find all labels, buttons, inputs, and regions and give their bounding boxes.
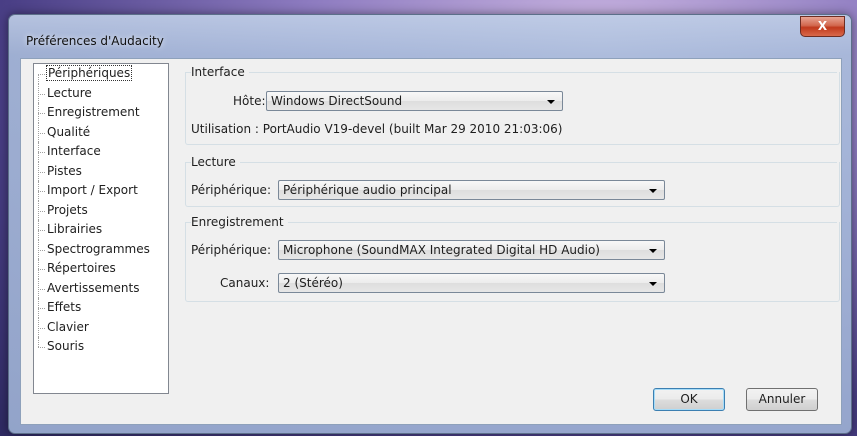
tree-item-label: Librairies [47,222,103,236]
tree-item-clavier[interactable]: Clavier [34,317,168,338]
dialog-client-area: Périphériques Lecture Enregistrement Qua… [20,58,842,425]
channels-label: Canaux: [220,276,270,290]
tree-item-label: Qualité [47,124,91,139]
tree-item-label: Interface [47,144,101,158]
tree-item-label: Périphériques [45,65,133,81]
playback-group-line [186,162,837,163]
tree-item-label: Pistes [47,163,82,178]
tree-item-label: Spectrogrammes [47,241,150,256]
playback-device-value: Périphérique audio principal [283,183,452,197]
host-label: Hôte: [233,94,266,108]
tree-item-label: Effets [47,300,82,314]
recording-device-value: Microphone (SoundMAX Integrated Digital … [283,243,600,257]
window-title: Préférences d'Audacity [26,34,164,48]
tree-item-souris[interactable]: Souris [34,337,168,357]
tree-item-label: Répertoires [47,261,116,275]
host-select[interactable]: Windows DirectSound [266,91,563,111]
tree-item-label: Lecture [47,85,92,100]
channels-select-value: 2 (Stéréo) [283,276,343,290]
portaudio-usage-text: Utilisation : PortAudio V19-devel (built… [191,122,563,136]
recording-device-label: Périphérique: [191,243,271,257]
tree-item-label: Avertissements [47,280,140,295]
recording-group-title: Enregistrement [191,215,288,229]
close-button[interactable]: X [800,16,845,37]
tree-item-spectrogrammes[interactable]: Spectrogrammes [34,239,168,260]
chevron-down-icon [547,100,555,104]
chevron-down-icon [649,189,657,193]
host-select-value: Windows DirectSound [271,94,403,108]
tree-item-lecture[interactable]: Lecture [34,83,168,104]
chevron-down-icon [649,282,657,286]
tree-item-pistes[interactable]: Pistes [34,161,168,182]
tree-item-label: Projets [47,202,88,217]
tree-item-label: Enregistrement [47,105,140,119]
playback-group-title: Lecture [191,155,240,169]
tree-item-label: Import / Export [47,183,138,197]
interface-group-line [186,72,837,73]
ok-button[interactable]: OK [653,388,725,411]
tree-item-import-export[interactable]: Import / Export [34,181,168,201]
title-bar[interactable]: Préférences d'Audacity X [9,15,851,57]
preferences-window: Préférences d'Audacity X Périphériques L… [8,14,852,434]
tree-item-librairies[interactable]: Librairies [34,220,168,240]
chevron-down-icon [649,249,657,253]
tree-item-qualite[interactable]: Qualité [34,122,168,143]
tree-item-peripheriques[interactable]: Périphériques [34,64,168,84]
playback-device-select[interactable]: Périphérique audio principal [278,180,665,200]
playback-device-label: Périphérique: [191,183,271,197]
tree-item-repertoires[interactable]: Répertoires [34,259,168,279]
tree-item-projets[interactable]: Projets [34,200,168,221]
tree-item-interface[interactable]: Interface [34,142,168,162]
tree-item-avertissements[interactable]: Avertissements [34,278,168,299]
tree-item-enregistrement[interactable]: Enregistrement [34,103,168,123]
interface-group-title: Interface [191,65,249,79]
channels-select[interactable]: 2 (Stéréo) [278,273,665,293]
tree-item-effets[interactable]: Effets [34,298,168,318]
recording-device-select[interactable]: Microphone (SoundMAX Integrated Digital … [278,240,665,260]
cancel-button[interactable]: Annuler [746,388,818,411]
tree-item-label: Souris [47,339,85,353]
preferences-category-tree: Périphériques Lecture Enregistrement Qua… [33,63,169,394]
tree-item-label: Clavier [47,319,89,334]
